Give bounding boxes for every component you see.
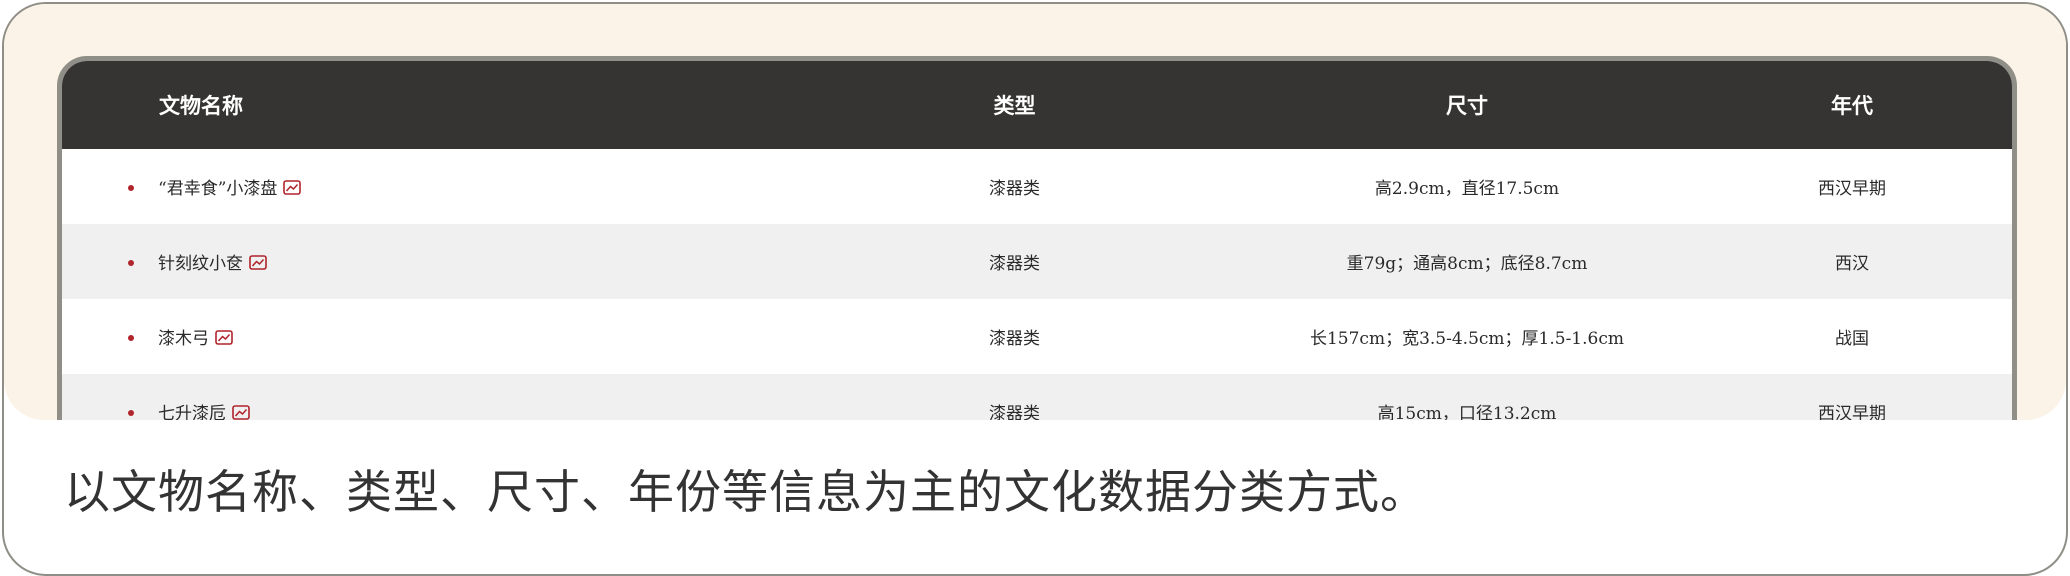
artifact-size: 高15cm，口径13.2cm xyxy=(1377,404,1557,420)
artifact-era: 西汉早期 xyxy=(1818,179,1886,199)
artifact-era: 战国 xyxy=(1835,329,1869,349)
artifact-era: 西汉早期 xyxy=(1818,404,1886,420)
info-card: 文物名称 类型 尺寸 年代 “君幸食”小漆盘 漆器类 高2.9cm，直径17.5… xyxy=(2,2,2068,576)
table-preview-area: 文物名称 类型 尺寸 年代 “君幸食”小漆盘 漆器类 高2.9cm，直径17.5… xyxy=(4,4,2066,420)
artifact-name[interactable]: 七升漆卮 xyxy=(158,404,226,420)
artifact-name-cell[interactable]: 漆木弓 xyxy=(62,299,777,374)
table-row[interactable]: 七升漆卮 漆器类 高15cm，口径13.2cm 西汉早期 xyxy=(62,374,2012,420)
header-era[interactable]: 年代 xyxy=(1682,61,2012,149)
bullet-icon xyxy=(128,334,134,341)
bullet-icon xyxy=(128,259,134,266)
artifact-type: 漆器类 xyxy=(989,404,1040,420)
table-header-row: 文物名称 类型 尺寸 年代 xyxy=(62,61,2012,149)
artifact-size: 重79g；通高8cm；底径8.7cm xyxy=(1346,254,1588,274)
artifact-name[interactable]: “君幸食”小漆盘 xyxy=(158,179,277,199)
artifact-table: 文物名称 类型 尺寸 年代 “君幸食”小漆盘 漆器类 高2.9cm，直径17.5… xyxy=(62,61,2012,420)
bullet-icon xyxy=(128,184,134,191)
table-row[interactable]: 针刻纹小奁 漆器类 重79g；通高8cm；底径8.7cm 西汉 xyxy=(62,224,2012,299)
artifact-size: 高2.9cm，直径17.5cm xyxy=(1374,179,1560,199)
artifact-name-cell[interactable]: 针刻纹小奁 xyxy=(62,224,777,299)
artifact-name[interactable]: 针刻纹小奁 xyxy=(158,254,243,274)
image-icon[interactable] xyxy=(249,255,267,270)
artifact-type: 漆器类 xyxy=(989,254,1040,274)
artifact-size: 长157cm；宽3.5-4.5cm；厚1.5-1.6cm xyxy=(1309,329,1624,349)
caption-text: 以文物名称、类型、尺寸、年份等信息为主的文化数据分类方式。 xyxy=(64,465,1427,519)
bullet-icon xyxy=(128,409,134,416)
table-row[interactable]: 漆木弓 漆器类 长157cm；宽3.5-4.5cm；厚1.5-1.6cm 战国 xyxy=(62,299,2012,374)
artifact-table-window: 文物名称 类型 尺寸 年代 “君幸食”小漆盘 漆器类 高2.9cm，直径17.5… xyxy=(57,56,2017,420)
table-row[interactable]: “君幸食”小漆盘 漆器类 高2.9cm，直径17.5cm 西汉早期 xyxy=(62,149,2012,224)
header-name[interactable]: 文物名称 xyxy=(62,61,777,149)
artifact-name-cell[interactable]: “君幸食”小漆盘 xyxy=(62,149,777,224)
header-type[interactable]: 类型 xyxy=(777,61,1252,149)
image-icon[interactable] xyxy=(232,405,250,420)
artifact-type: 漆器类 xyxy=(989,329,1040,349)
header-size[interactable]: 尺寸 xyxy=(1252,61,1682,149)
artifact-name-cell[interactable]: 七升漆卮 xyxy=(62,374,777,420)
image-icon[interactable] xyxy=(215,330,233,345)
image-icon[interactable] xyxy=(283,180,302,195)
artifact-era: 西汉 xyxy=(1835,254,1869,274)
artifact-name[interactable]: 漆木弓 xyxy=(158,329,209,349)
artifact-type: 漆器类 xyxy=(989,179,1040,199)
